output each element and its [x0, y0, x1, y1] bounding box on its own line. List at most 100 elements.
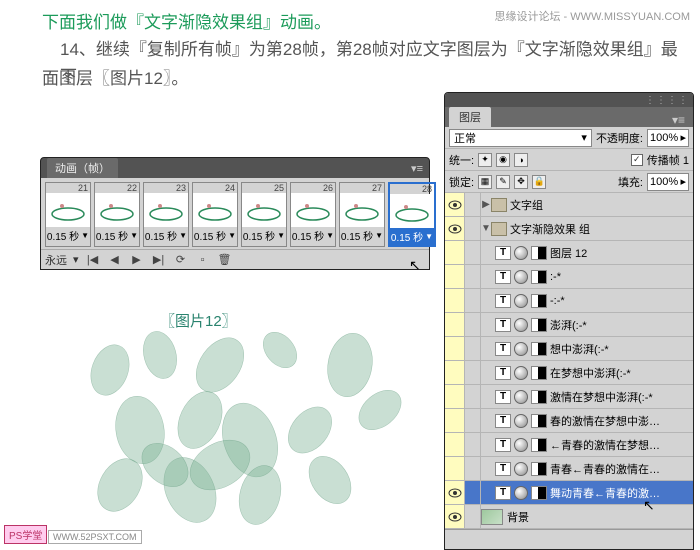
text-layer-icon: T — [495, 294, 511, 308]
animation-panel: 动画（帧） ▾≡ 21 0.15 秒▼22 0.15 秒▼23 0.15 秒▼2… — [40, 157, 430, 270]
mask-icon — [531, 270, 547, 284]
layer-name: -:-* — [550, 295, 565, 307]
layer-name: :-* — [550, 271, 561, 283]
panel-menu-icon[interactable]: ▾≡ — [411, 162, 423, 175]
visibility-toggle[interactable] — [445, 505, 465, 528]
visibility-toggle[interactable] — [445, 385, 465, 408]
mask-icon — [531, 318, 547, 332]
visibility-toggle[interactable] — [445, 481, 465, 504]
opacity-label: 不透明度: — [596, 130, 643, 146]
play-button[interactable]: ▶ — [129, 253, 145, 267]
frame-21[interactable]: 21 0.15 秒▼ — [45, 182, 91, 247]
lock-transparent-icon[interactable]: ▦ — [478, 175, 492, 189]
expand-icon[interactable]: ▼ — [481, 223, 491, 234]
panel-grip-icon[interactable]: ⋮⋮⋮⋮ — [645, 95, 689, 106]
unify-position-icon[interactable]: ✦ — [478, 153, 492, 167]
layer-name: 图层 12 — [550, 245, 587, 261]
layer-style-icon — [514, 366, 528, 380]
unify-label: 统一: — [449, 152, 474, 168]
propagate-checkbox[interactable]: ✓ — [631, 154, 643, 166]
visibility-toggle[interactable] — [445, 313, 465, 336]
layer-row[interactable]: T在梦想中澎湃(:-* — [445, 361, 693, 385]
first-frame-button[interactable]: |◀ — [85, 253, 101, 267]
layer-name: 春的激情在梦想中澎… — [550, 413, 660, 429]
layer-row[interactable]: T想中澎湃(:-* — [445, 337, 693, 361]
layer-row[interactable]: T澎湃(:-* — [445, 313, 693, 337]
layer-name: 舞动青春←青春的激… — [550, 485, 660, 501]
layer-row[interactable]: T 春的激情在梦想中澎… — [445, 409, 693, 433]
visibility-toggle[interactable] — [445, 433, 465, 456]
mask-icon — [531, 414, 547, 428]
mask-icon — [531, 342, 547, 356]
layer-row[interactable]: ▼文字渐隐效果 组 — [445, 217, 693, 241]
layers-tab[interactable]: 图层 — [449, 107, 491, 127]
expand-icon[interactable]: ▶ — [481, 199, 491, 210]
layer-row[interactable]: 背景 — [445, 505, 693, 529]
layer-style-icon — [514, 438, 528, 452]
text-layer-icon: T — [495, 414, 511, 428]
mask-icon — [531, 390, 547, 404]
lock-position-icon[interactable]: ✥ — [514, 175, 528, 189]
mask-icon — [531, 366, 547, 380]
frame-23[interactable]: 23 0.15 秒▼ — [143, 182, 189, 247]
layer-style-icon — [514, 486, 528, 500]
visibility-toggle[interactable] — [445, 457, 465, 480]
layer-row[interactable]: T :-* — [445, 265, 693, 289]
mask-icon — [531, 486, 547, 500]
layer-row[interactable]: ▶文字组 — [445, 193, 693, 217]
layer-row[interactable]: T 舞动青春←青春的激… — [445, 481, 693, 505]
next-frame-button[interactable]: ▶| — [151, 253, 167, 267]
layer-name: 青春←青春的激情在… — [550, 461, 660, 477]
layer-name: 背景 — [507, 509, 529, 525]
layer-row[interactable]: T 青春←青春的激情在… — [445, 457, 693, 481]
visibility-toggle[interactable] — [445, 409, 465, 432]
layer-row[interactable]: T -:-* — [445, 289, 693, 313]
text-layer-icon: T — [495, 486, 511, 500]
frame-22[interactable]: 22 0.15 秒▼ — [94, 182, 140, 247]
frame-28[interactable]: 28 0.15 秒▼ — [388, 182, 436, 247]
frame-26[interactable]: 26 0.15 秒▼ — [290, 182, 336, 247]
layer-row[interactable]: T图层 12 — [445, 241, 693, 265]
bg-thumb-icon — [481, 509, 503, 525]
prev-frame-button[interactable]: ◀ — [107, 253, 123, 267]
layer-row[interactable]: T激情在梦想中澎湃(:-* — [445, 385, 693, 409]
frame-24[interactable]: 24 0.15 秒▼ — [192, 182, 238, 247]
text-layer-icon: T — [495, 462, 511, 476]
layer-name: 在梦想中澎湃(:-* — [550, 365, 631, 381]
lock-label: 锁定: — [449, 174, 474, 190]
lock-all-icon[interactable]: 🔒 — [532, 175, 546, 189]
tween-button[interactable]: ⟳ — [173, 253, 189, 267]
visibility-toggle[interactable] — [445, 361, 465, 384]
visibility-toggle[interactable] — [445, 337, 465, 360]
text-layer-icon: T — [495, 270, 511, 284]
folder-icon — [491, 198, 507, 212]
layer-style-icon — [514, 342, 528, 356]
layer-row[interactable]: T←青春的激情在梦想… — [445, 433, 693, 457]
delete-frame-button[interactable]: 🗑 — [217, 253, 233, 267]
unify-visibility-icon[interactable]: ◉ — [496, 153, 510, 167]
layer-name: 澎湃(:-* — [550, 317, 587, 333]
loop-selector[interactable]: 永远 — [45, 252, 67, 268]
frame-27[interactable]: 27 0.15 秒▼ — [339, 182, 385, 247]
layers-menu-icon[interactable]: ▾≡ — [668, 113, 689, 127]
layer-name: 激情在梦想中澎湃(:-* — [550, 389, 653, 405]
animation-tab[interactable]: 动画（帧） — [47, 158, 118, 178]
unify-style-icon[interactable]: ◑ — [514, 153, 528, 167]
watermark-url: WWW.52PSXT.COM — [48, 530, 142, 544]
blend-mode-select[interactable]: 正常▾ — [449, 129, 592, 147]
lock-pixels-icon[interactable]: ✎ — [496, 175, 510, 189]
layer-style-icon — [514, 462, 528, 476]
layer-style-icon — [514, 270, 528, 284]
visibility-toggle[interactable] — [445, 289, 465, 312]
new-frame-button[interactable]: ▫ — [195, 253, 211, 267]
opacity-input[interactable]: 100%▸ — [647, 129, 689, 147]
fill-input[interactable]: 100%▸ — [647, 173, 689, 191]
visibility-toggle[interactable] — [445, 265, 465, 288]
visibility-toggle[interactable] — [445, 241, 465, 264]
mask-icon — [531, 462, 547, 476]
frame-25[interactable]: 25 0.15 秒▼ — [241, 182, 287, 247]
fill-label: 填充: — [618, 174, 643, 190]
watermark-logo: PS学堂 — [4, 525, 47, 544]
visibility-toggle[interactable] — [445, 217, 465, 240]
visibility-toggle[interactable] — [445, 193, 465, 216]
